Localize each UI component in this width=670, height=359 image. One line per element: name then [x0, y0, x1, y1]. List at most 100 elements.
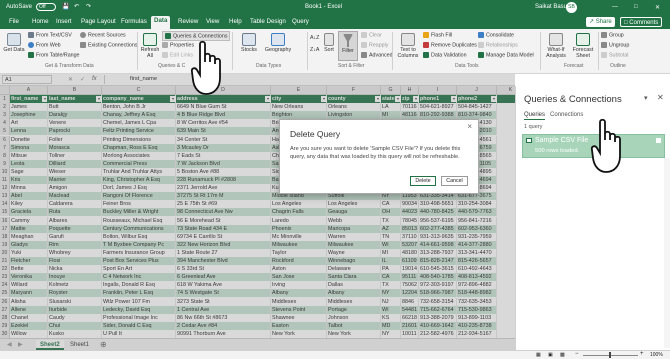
pane-tab-queries-label: Queries — [524, 112, 546, 118]
tab-insert[interactable]: Insert — [53, 17, 74, 26]
group-data-tools: Data Tools — [455, 63, 479, 69]
user-name[interactable]: Saikat Basu — [535, 4, 567, 10]
dialog-close-icon[interactable]: × — [467, 122, 472, 131]
get-data-button[interactable]: Get Data — [3, 33, 25, 53]
comments-button[interactable]: □ Comments — [620, 17, 663, 27]
connections-icon — [80, 42, 86, 48]
from-text-button[interactable]: From Text/CSV — [28, 32, 72, 38]
save-icon[interactable]: 💾 — [62, 3, 69, 10]
share-button[interactable]: ↗ Share — [586, 17, 615, 27]
relationships-button[interactable]: Relationships — [478, 42, 518, 48]
tab-view[interactable]: View — [203, 17, 222, 26]
data-validation-button[interactable]: Data Validation — [423, 52, 467, 58]
tab-review[interactable]: Review — [175, 17, 201, 26]
pane-tab-queries[interactable]: Queries — [524, 112, 546, 120]
cancel-button[interactable]: Cancel — [441, 176, 468, 186]
group-data-types: Data Types — [256, 63, 282, 69]
clear-filter-icon — [361, 32, 367, 38]
tab-query[interactable]: Query — [289, 17, 312, 26]
tab-home[interactable]: Home — [29, 17, 52, 26]
zoom-slider-thumb[interactable] — [609, 352, 611, 358]
reapply-button[interactable]: Reapply — [361, 42, 388, 48]
duplicates-icon — [423, 42, 429, 48]
refresh-icon — [143, 33, 157, 46]
from-web-button[interactable]: From Web — [28, 42, 61, 48]
group-button[interactable]: Group — [601, 32, 624, 38]
query-edit-icon[interactable] — [656, 138, 661, 143]
sort-button[interactable]: Sort — [322, 33, 336, 53]
pane-tab-connections[interactable]: Connections — [550, 112, 583, 118]
consolidate-label: Consolidate — [486, 32, 514, 39]
minimize-icon[interactable]: — — [612, 4, 618, 10]
close-window-icon[interactable]: ✕ — [655, 4, 660, 11]
sort-icon — [324, 33, 334, 46]
tab-help[interactable]: Help — [226, 17, 245, 26]
pane-options-icon[interactable]: ▾ — [644, 94, 648, 102]
sort-za-icon[interactable]: Z↓A — [310, 47, 319, 53]
filter-button[interactable]: Filter — [338, 31, 358, 61]
subtotal-button[interactable]: Subtotal — [601, 52, 628, 58]
dialog-title: Delete Query — [290, 129, 341, 139]
tab-file[interactable]: File — [6, 17, 22, 26]
avatar[interactable]: SB — [566, 2, 577, 13]
get-data-label: Get Data — [3, 47, 25, 53]
manage-data-model-button[interactable]: Manage Data Model — [478, 52, 534, 58]
stocks-button[interactable]: Stocks — [238, 33, 260, 53]
from-table-button[interactable]: From Table/Range — [28, 52, 79, 58]
what-if-icon — [549, 33, 563, 46]
maximize-icon[interactable]: □ — [634, 4, 638, 10]
undo-icon[interactable]: ↶ — [74, 3, 79, 10]
normal-view-icon[interactable]: ▦ — [536, 352, 541, 358]
group-forecast: Forecast — [564, 63, 584, 69]
subtotal-icon — [601, 52, 607, 58]
edit-links-button[interactable]: Edit Links — [162, 52, 193, 58]
autosave-toggle[interactable]: Off — [36, 3, 56, 11]
recent-sources-button[interactable]: Recent Sources — [80, 32, 126, 38]
zoom-in-icon[interactable]: + — [640, 351, 644, 357]
bank-icon — [242, 33, 256, 46]
tab-formulas[interactable]: Formulas — [118, 17, 150, 26]
database-icon — [7, 33, 21, 46]
advanced-button[interactable]: Advanced — [361, 52, 393, 58]
ungroup-button[interactable]: Ungroup — [601, 42, 629, 48]
group-icon — [601, 32, 607, 38]
redo-icon[interactable]: ↷ — [86, 3, 91, 10]
pane-scrollbar[interactable] — [664, 158, 670, 348]
split-columns-icon — [401, 33, 415, 46]
reapply-icon — [361, 42, 367, 48]
manage-data-model-label: Manage Data Model — [486, 52, 534, 59]
title-bar: AutoSave Off 💾 ↶ ↷ Book1 - Excel Saikat … — [0, 0, 670, 15]
text-to-columns-button[interactable]: Text to Columns — [395, 33, 421, 59]
zoom-out-icon[interactable]: − — [575, 351, 579, 357]
pane-close-icon[interactable]: ✕ — [657, 93, 664, 102]
advanced-label: Advanced — [369, 52, 393, 59]
zoom-level[interactable]: 100% — [650, 352, 663, 358]
geography-label: Geography — [264, 47, 292, 53]
tab-data[interactable]: Data — [151, 16, 171, 29]
ribbon-separator — [307, 32, 308, 70]
tab-page-layout[interactable]: Page Layout — [78, 17, 119, 26]
delete-button[interactable]: Delete — [410, 176, 436, 186]
consolidate-button[interactable]: Consolidate — [478, 32, 514, 38]
clear-button[interactable]: Clear — [361, 32, 382, 38]
validation-icon — [423, 52, 429, 58]
delete-query-dialog: Delete Query × Are you sure you want to … — [279, 119, 479, 194]
geography-button[interactable]: Geography — [264, 33, 292, 53]
what-if-button[interactable]: What-If Analysis — [543, 33, 569, 59]
from-text-label: From Text/CSV — [36, 32, 72, 39]
flash-fill-icon — [423, 32, 429, 38]
data-model-icon — [478, 52, 484, 58]
flash-fill-button[interactable]: Flash Fill — [423, 32, 452, 38]
refresh-all-button[interactable]: Refresh All — [140, 33, 160, 59]
recent-sources-label: Recent Sources — [88, 32, 126, 39]
query-status: 500 rows loaded. — [535, 148, 580, 154]
forecast-sheet-button[interactable]: Forecast Sheet — [571, 33, 595, 59]
page-layout-view-icon[interactable]: ▣ — [548, 352, 553, 358]
sort-az-icon[interactable]: A↓Z — [310, 35, 319, 41]
page-break-view-icon[interactable]: ▩ — [560, 352, 565, 358]
remove-duplicates-button[interactable]: Remove Duplicates — [423, 42, 477, 48]
refresh-all-label: Refresh All — [140, 47, 160, 59]
existing-connections-button[interactable]: Existing Connections — [80, 42, 137, 48]
tab-table-design[interactable]: Table Design — [247, 17, 289, 26]
remove-duplicates-label: Remove Duplicates — [431, 42, 477, 49]
